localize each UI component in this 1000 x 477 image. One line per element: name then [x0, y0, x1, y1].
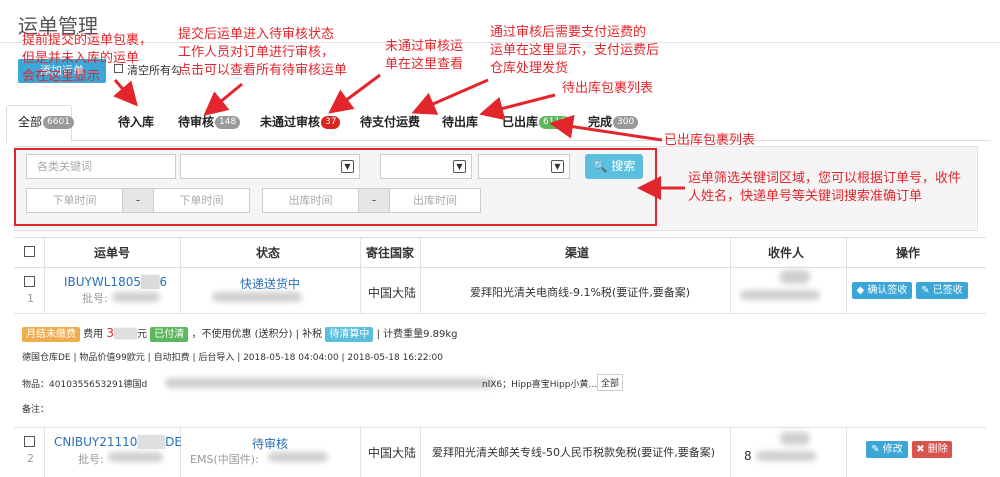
annotation-text: 未通过审核运 单在这里查看	[385, 39, 464, 72]
annotation-text: 待出库包裹列表	[562, 81, 654, 96]
annotation-pending-storage: 提前提交的运单包裹， 但是并未入库的运单 会在这里显示	[22, 32, 152, 86]
annotation-pending-outbound: 待出库包裹列表	[562, 80, 653, 98]
annotation-text: 通过审核后需要支付运费的 运单在这里显示，支付运费后 仓库处理发货	[490, 25, 660, 76]
annotation-shipped: 已出库包裹列表	[664, 132, 755, 150]
annotation-text: 运单筛选关键词区域，您可以根据订单号，收件 人姓名，快递单号等关键词搜索准确订单	[688, 171, 962, 204]
annotation-text: 提交后运单进入待审核状态 工作人员对订单进行审核， 点击可以查看所有待审核运单	[178, 27, 348, 78]
arrow-pending-payment	[411, 78, 489, 115]
annotation-text: 提前提交的运单包裹， 但是并未入库的运单 会在这里显示	[22, 33, 153, 84]
annotation-pending-review: 提交后运单进入待审核状态 工作人员对订单进行审核， 点击可以查看所有待审核运单	[178, 26, 347, 80]
arrow-review-failed	[328, 73, 381, 114]
annotation-review-failed: 未通过审核运 单在这里查看	[385, 38, 463, 74]
arrow-shipped	[549, 114, 663, 142]
annotation-pending-payment: 通过审核后需要支付运费的 运单在这里显示，支付运费后 仓库处理发货	[490, 24, 659, 78]
arrow-pending-review	[203, 82, 243, 116]
annotation-filter: 运单筛选关键词区域，您可以根据订单号，收件 人姓名，快递单号等关键词搜索准确订单	[688, 170, 961, 206]
arrow-pending-outbound	[479, 93, 556, 121]
annotation-text: 已出库包裹列表	[664, 133, 756, 148]
